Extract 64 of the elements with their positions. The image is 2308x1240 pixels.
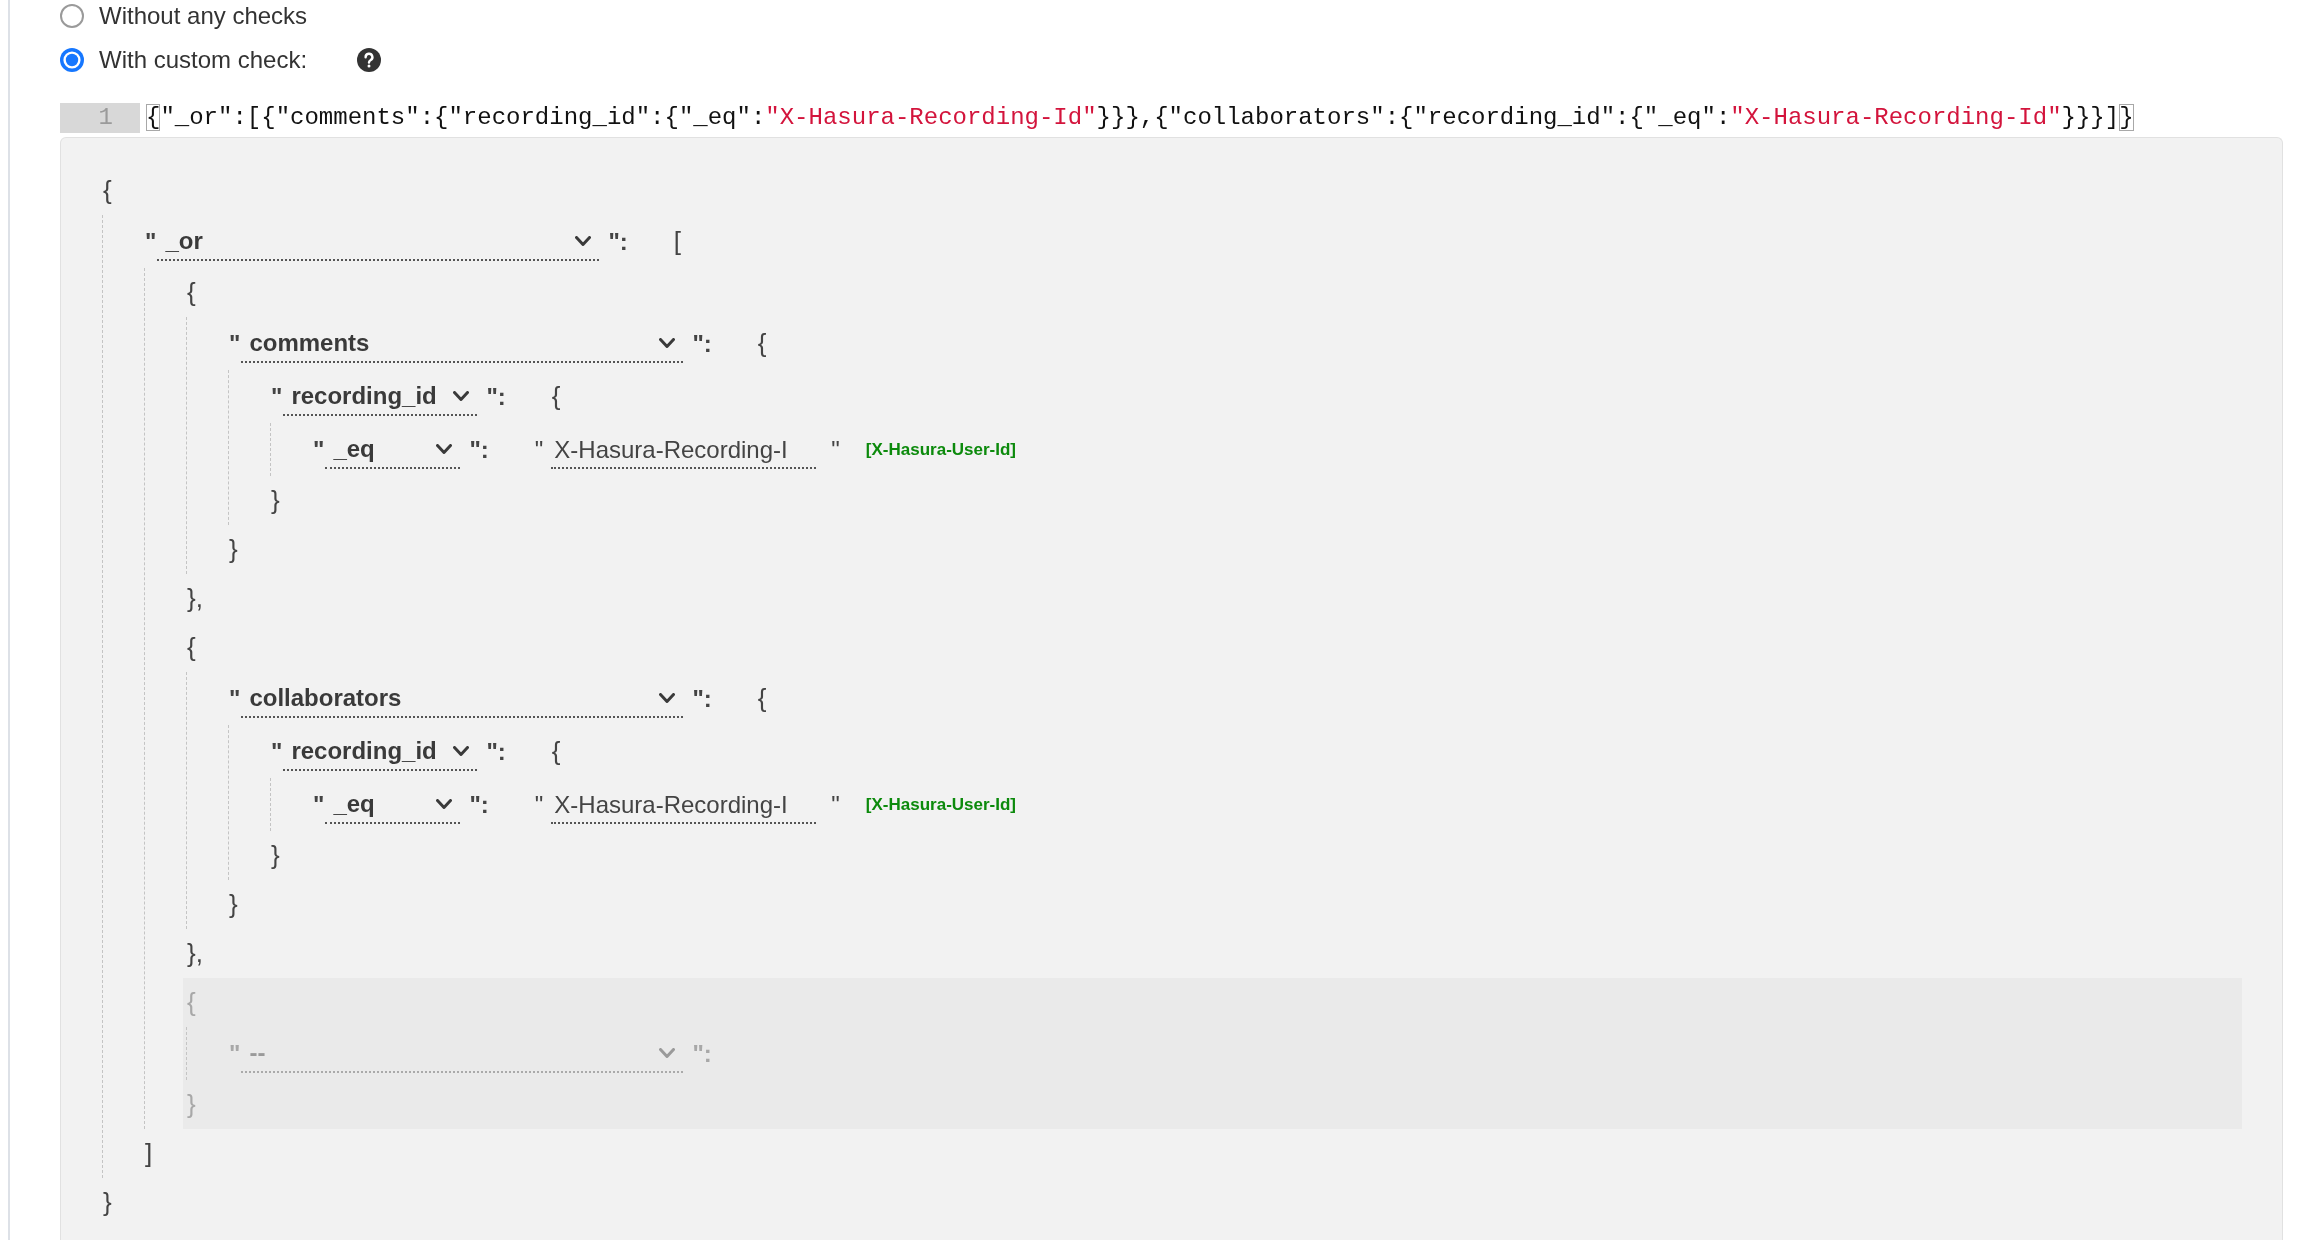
chevron-down-icon bbox=[453, 390, 470, 401]
chevron-down-icon bbox=[659, 692, 676, 703]
chevron-down-icon bbox=[659, 337, 676, 348]
session-variable-link[interactable]: [X-Hasura-User-Id] bbox=[865, 794, 1017, 815]
quote-mark: " bbox=[229, 1039, 241, 1068]
brace: { bbox=[187, 987, 196, 1018]
key-select[interactable]: recording_id bbox=[283, 732, 478, 771]
quote-mark: " bbox=[271, 382, 283, 411]
quote-mark: " bbox=[229, 329, 241, 358]
quote-colon: ": bbox=[469, 790, 489, 819]
chevron-down-icon bbox=[453, 745, 470, 756]
radio-button[interactable] bbox=[60, 48, 84, 72]
chevron-down-icon bbox=[436, 443, 453, 454]
quote-mark: " bbox=[271, 737, 283, 766]
quote-mark: " bbox=[313, 790, 325, 819]
brace: } bbox=[229, 534, 238, 565]
quote-mark: " bbox=[534, 435, 544, 464]
quote-colon: ": bbox=[692, 329, 712, 358]
quote-mark: " bbox=[534, 790, 544, 819]
key-select[interactable]: recording_id bbox=[283, 377, 478, 416]
square-bracket: ] bbox=[145, 1138, 153, 1169]
quote-colon: ": bbox=[469, 435, 489, 464]
help-icon[interactable] bbox=[357, 48, 382, 72]
brace: { bbox=[103, 175, 112, 206]
quote-mark: " bbox=[229, 684, 241, 713]
key-select[interactable]: _or bbox=[157, 222, 600, 261]
quote-mark: " bbox=[145, 227, 157, 256]
brace: } bbox=[229, 889, 238, 920]
brace: { bbox=[757, 683, 767, 714]
brace: } bbox=[271, 485, 280, 516]
radio-label: With custom check: bbox=[99, 46, 308, 74]
radio-button[interactable] bbox=[60, 4, 84, 28]
quote-colon: ": bbox=[692, 1039, 712, 1068]
quote-mark: " bbox=[313, 435, 325, 464]
chevron-down-icon bbox=[575, 235, 592, 246]
brace: }, bbox=[187, 938, 203, 969]
radio-label: Without any checks bbox=[99, 2, 308, 30]
chevron-down-icon bbox=[436, 798, 453, 809]
brace: } bbox=[187, 1089, 196, 1120]
square-bracket: [ bbox=[673, 226, 681, 257]
quote-colon: ": bbox=[608, 227, 628, 256]
value-input[interactable]: X-Hasura-Recording-I bbox=[551, 785, 817, 824]
key-select[interactable]: _eq bbox=[325, 430, 461, 469]
chevron-down-icon bbox=[659, 1047, 676, 1058]
key-select[interactable]: comments bbox=[241, 324, 684, 363]
line-number: 1 bbox=[60, 103, 140, 133]
brace: }, bbox=[187, 583, 203, 614]
brace: { bbox=[757, 328, 767, 359]
quote-mark: " bbox=[831, 435, 840, 464]
brace: { bbox=[187, 277, 196, 308]
brace: { bbox=[551, 736, 561, 767]
code-line: {"_or":[{"comments":{"recording_id":{"_eq":"X-Hasura-Recording-Id"}}},{"collaborators":{"recording_id":{"_eq":"X-Hasura-Recording-Id"}}}]} bbox=[145, 103, 2134, 133]
key-select[interactable]: _eq bbox=[325, 785, 461, 824]
key-select[interactable]: collaborators bbox=[241, 679, 684, 718]
brace: } bbox=[103, 1187, 112, 1218]
value-input[interactable]: X-Hasura-Recording-I bbox=[551, 430, 817, 469]
quote-colon: ": bbox=[486, 737, 506, 766]
quote-colon: ": bbox=[486, 382, 506, 411]
quote-mark: " bbox=[831, 790, 840, 819]
brace: { bbox=[187, 632, 196, 663]
quote-colon: ": bbox=[692, 684, 712, 713]
brace: { bbox=[551, 381, 561, 412]
session-variable-link[interactable]: [X-Hasura-User-Id] bbox=[865, 439, 1017, 460]
brace: } bbox=[271, 840, 280, 871]
